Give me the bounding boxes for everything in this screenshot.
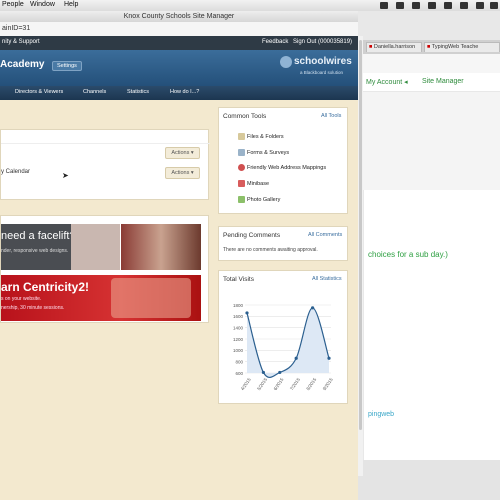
background-content	[364, 190, 500, 460]
tool-friendly-web-address[interactable]: Friendly Web Address Mappings	[238, 164, 326, 171]
main-nav: Directors & Viewers Channels Statistics …	[0, 86, 358, 100]
students-photo	[121, 224, 201, 270]
background-tabbar: ■ Daniella.harrison ■ TypingWeb Teache	[358, 40, 500, 54]
banners-panel: need a facelift? nder, responsive web de…	[0, 215, 209, 323]
chart-y-tick-label: 800	[235, 359, 243, 364]
photo-icon	[238, 196, 245, 203]
centricity-sub1: s on your website.	[1, 296, 42, 302]
tray-icon[interactable]	[490, 2, 498, 9]
tray-icon[interactable]	[412, 2, 420, 9]
background-gap	[358, 92, 500, 190]
tray-icon[interactable]	[460, 2, 468, 9]
url-text[interactable]: ainID=31	[2, 25, 30, 32]
chart-data-point	[294, 356, 298, 360]
chart-data-point	[278, 370, 282, 375]
scrollbar-thumb[interactable]	[359, 40, 362, 430]
community-support-link[interactable]: nity & Support	[2, 39, 40, 45]
chart-x-tick-label: 9/2015	[322, 377, 334, 392]
database-icon	[238, 180, 245, 187]
chart-x-tick-label: 5/2015	[256, 377, 268, 392]
tray-icon[interactable]	[380, 2, 388, 9]
link-my-account[interactable]: My Account ◂	[366, 78, 408, 86]
content-panel: Actions ▾ y Calendar Actions ▾ ➤	[0, 129, 210, 200]
centricity-photo	[111, 278, 191, 318]
globe-icon	[238, 164, 245, 171]
actions-button[interactable]: Actions ▾	[165, 167, 200, 179]
actions-button[interactable]: Actions ▾	[165, 147, 200, 159]
facelift-subtitle: nder, responsive web designs.	[1, 248, 69, 254]
chart-y-tick-label: 1200	[233, 337, 244, 342]
background-footer	[358, 460, 500, 500]
chart-data-point	[261, 370, 265, 375]
menu-people[interactable]: People	[2, 1, 24, 8]
facelift-banner[interactable]: need a facelift? nder, responsive web de…	[1, 224, 76, 270]
facelift-photo	[71, 224, 120, 270]
nav-statistics[interactable]: Statistics	[127, 89, 149, 95]
chart-x-tick-label: 6/2015	[273, 377, 285, 392]
pending-message: There are no comments awaiting approval.	[223, 247, 318, 253]
nav-channels[interactable]: Channels	[83, 89, 106, 95]
centricity-banner[interactable]: arn Centricity2! s on your website. ners…	[1, 275, 201, 321]
chart-y-tick-label: 1000	[233, 348, 244, 353]
chart-x-tick-label: 7/2015	[289, 377, 301, 392]
pending-comments-title: Pending Comments	[223, 232, 281, 239]
tray-icon[interactable]	[444, 2, 452, 9]
link-site-manager[interactable]: Site Manager	[422, 78, 464, 85]
background-nav: My Account ◂ Site Manager	[358, 73, 500, 91]
common-tools-title: Common Tools	[223, 113, 267, 120]
tool-photo-gallery[interactable]: Photo Gallery	[238, 196, 280, 203]
nav-directors[interactable]: Directors & Viewers	[15, 89, 63, 95]
tray-icon[interactable]	[476, 2, 484, 9]
site-name: Academy	[0, 59, 45, 70]
background-note: choices for a sub day.)	[368, 250, 448, 259]
settings-button[interactable]: Settings	[52, 61, 82, 71]
schoolwires-logo-icon	[280, 56, 292, 68]
feedback-link[interactable]: Feedback	[262, 39, 288, 45]
brand-name: schoolwires	[294, 56, 352, 67]
visits-chart: 600 800 1000 1200 1400 1600 1800 4/2015 5/2015 6…	[233, 303, 334, 392]
tab-typingweb[interactable]: ■ TypingWeb Teache	[424, 42, 500, 52]
tab-daniella[interactable]: ■ Daniella.harrison	[366, 42, 422, 52]
total-visits-panel: Total Visits All Statistics 600 800 1000 12…	[218, 270, 348, 404]
pending-comments-panel: Pending Comments All Comments There are …	[218, 226, 348, 261]
chart-y-tick-label: 1800	[233, 303, 244, 308]
tool-minibase[interactable]: Minibase	[238, 180, 269, 187]
folder-icon	[238, 133, 245, 140]
chart-y-tick-label: 1400	[233, 325, 244, 330]
site-header: Academy Settings schoolwires a Blackboar…	[0, 50, 358, 86]
url-bar[interactable]: ainID=31	[0, 22, 358, 37]
nav-howdoi[interactable]: How do I...?	[170, 89, 199, 95]
tray-icon[interactable]	[396, 2, 404, 9]
chart-x-tick-label: 4/2015	[240, 377, 252, 392]
mouse-cursor-icon: ➤	[62, 171, 69, 180]
utility-bar: nity & Support Feedback Sign Out (000035…	[0, 36, 358, 50]
centricity-sub2: nership, 30 minute sessions.	[1, 305, 65, 311]
tray-icon[interactable]	[428, 2, 436, 9]
chart-data-point	[245, 311, 249, 315]
menu-window[interactable]: Window	[30, 1, 55, 8]
chart-y-tick-label: 600	[235, 371, 243, 376]
total-visits-title: Total Visits	[223, 276, 254, 283]
common-tools-panel: Common Tools All Tools Files & Folders F…	[218, 107, 348, 214]
chart-y-tick-label: 1600	[233, 314, 244, 319]
tool-forms-surveys[interactable]: Forms & Surveys	[238, 149, 289, 156]
menu-help[interactable]: Help	[64, 1, 78, 8]
all-tools-link[interactable]: All Tools	[321, 113, 341, 119]
row-label[interactable]: y Calendar	[1, 169, 30, 175]
chart-area-fill	[247, 307, 329, 378]
background-addressbar[interactable]	[358, 54, 500, 74]
form-icon	[238, 149, 245, 156]
signout-link[interactable]: Sign Out (000035819)	[293, 39, 352, 45]
tool-files-folders[interactable]: Files & Folders	[238, 133, 284, 140]
typingweb-logo: pingweb	[368, 411, 395, 418]
all-statistics-link[interactable]: All Statistics	[312, 276, 342, 282]
all-comments-link[interactable]: All Comments	[308, 232, 342, 238]
centricity-title: arn Centricity2!	[1, 280, 90, 294]
chart-data-point	[327, 356, 331, 360]
divider	[1, 143, 210, 144]
chart-x-tick-label: 8/2015	[305, 377, 317, 392]
chart-data-point	[311, 306, 315, 310]
brand-subtitle: a Blackboard solution	[300, 70, 344, 75]
facelift-title: need a facelift?	[1, 230, 76, 242]
